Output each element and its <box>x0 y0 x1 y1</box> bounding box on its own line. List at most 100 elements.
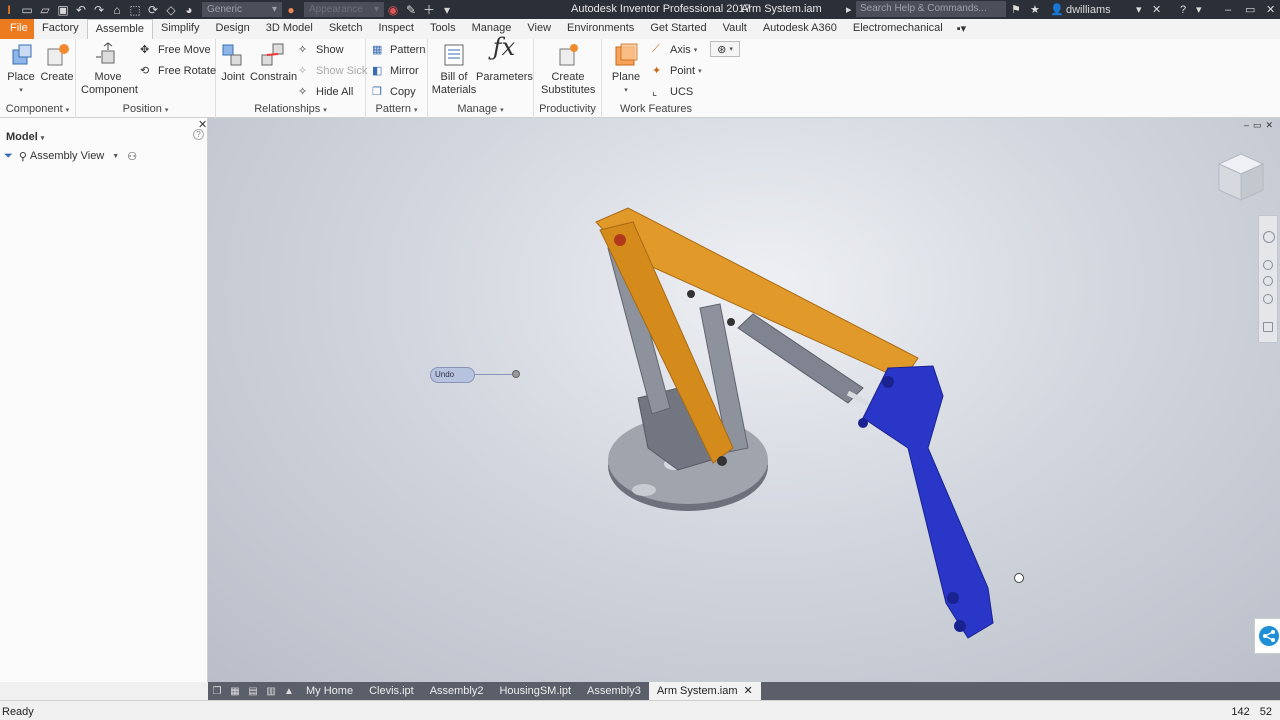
tab-tools[interactable]: Tools <box>422 19 464 39</box>
user-icon[interactable]: 👤 <box>1050 0 1064 19</box>
sign-in-icon[interactable]: ⚑ <box>1011 0 1021 19</box>
close-icon[interactable]: ✕ <box>1266 0 1275 19</box>
app-menu-icon[interactable]: I <box>0 0 18 19</box>
show-button[interactable]: ✧ Show <box>298 41 344 59</box>
constrain-button[interactable]: Constrain <box>250 41 297 84</box>
free-rotate-button[interactable]: ⟲ Free Rotate <box>140 62 216 80</box>
move-component-button[interactable]: Move Component <box>78 41 138 97</box>
hide-all-button[interactable]: ✧ Hide All <box>298 83 353 101</box>
appearance-dropdown[interactable]: Appearance ▾ <box>304 2 384 17</box>
pattern-button[interactable]: ▦ Pattern <box>372 41 425 59</box>
tab-file[interactable]: File <box>0 19 34 39</box>
find-icon[interactable]: ⚇ <box>127 150 137 163</box>
maximize-icon[interactable]: ▭ <box>1245 0 1255 19</box>
tab-environments[interactable]: Environments <box>559 19 642 39</box>
tab-assemble[interactable]: Assemble <box>86 19 153 39</box>
create-button[interactable]: Create <box>40 41 74 84</box>
pan-icon[interactable] <box>1263 260 1273 270</box>
new-icon[interactable]: ▭ <box>18 0 36 19</box>
axis-button[interactable]: ⟋ Axis ▾ <box>652 41 697 59</box>
appearance-icon[interactable]: ● <box>282 0 300 19</box>
zoom-icon[interactable] <box>1263 276 1273 286</box>
origin-icon[interactable]: ＋ <box>420 0 438 19</box>
doc-tab-arm-system[interactable]: Arm System.iam ✕ <box>648 682 761 700</box>
ribbon-toggle-icon[interactable]: ▪▾ <box>951 19 974 39</box>
browser-title[interactable]: Model ▾ <box>6 131 44 143</box>
doc-tab-clevis[interactable]: Clevis.ipt <box>361 682 422 700</box>
share-button[interactable] <box>1254 618 1280 654</box>
ucs-button[interactable]: ⌞ UCS <box>652 83 693 101</box>
measure-icon[interactable]: ◇ <box>162 0 180 19</box>
cascade-icon[interactable]: ❐ <box>208 682 226 700</box>
tab-3d-model[interactable]: 3D Model <box>258 19 321 39</box>
user-menu-chevron-icon[interactable]: ▾ <box>1136 0 1142 19</box>
color-icon[interactable]: ◕ <box>180 0 198 19</box>
free-move-button[interactable]: ✥ Free Move <box>140 41 211 59</box>
document-list-icon[interactable]: ▲ <box>280 682 298 700</box>
create-substitutes-button[interactable]: Create Substitutes <box>538 41 598 97</box>
tab-simplify[interactable]: Simplify <box>153 19 208 39</box>
save-icon[interactable]: ▣ <box>54 0 72 19</box>
relationships-panel-title[interactable]: Relationships ▾ <box>216 102 365 116</box>
help-chevron-icon[interactable]: ▾ <box>1196 0 1202 19</box>
tab-a360[interactable]: Autodesk A360 <box>755 19 845 39</box>
clear-appearance-icon[interactable]: ◉ <box>384 0 402 19</box>
qa-customize-icon[interactable]: ▾ <box>438 0 456 19</box>
tab-inspect[interactable]: Inspect <box>370 19 421 39</box>
marking-menu-handle[interactable] <box>512 370 520 378</box>
place-button[interactable]: Place ▾ <box>4 41 38 97</box>
search-expand-icon[interactable]: ▸ <box>846 0 852 19</box>
browser-help-icon[interactable]: ? <box>193 129 204 140</box>
tile-vertical-icon[interactable]: ▥ <box>262 682 280 700</box>
arm-system-model[interactable] <box>208 118 1280 682</box>
material-dropdown[interactable]: Generic ▾ <box>202 2 282 17</box>
select-icon[interactable]: ⬚ <box>126 0 144 19</box>
viewcube[interactable] <box>1216 152 1266 207</box>
home-icon[interactable]: ⌂ <box>108 0 126 19</box>
blue-arm[interactable] <box>862 365 994 639</box>
tab-vault[interactable]: Vault <box>715 19 755 39</box>
adjust-icon[interactable]: ✎ <box>402 0 420 19</box>
help-icon[interactable]: ? <box>1180 0 1186 19</box>
doc-tab-my-home[interactable]: My Home <box>298 682 361 700</box>
exchange-icon[interactable]: ✕ <box>1152 0 1161 19</box>
doc-tab-assembly3[interactable]: Assembly3 <box>579 682 649 700</box>
orbit-icon[interactable] <box>1263 294 1273 304</box>
redo-icon[interactable]: ↷ <box>90 0 108 19</box>
open-icon[interactable]: ▱ <box>36 0 54 19</box>
copy-button[interactable]: ❐ Copy <box>372 83 416 101</box>
browser-view-selector[interactable]: ⏷ ⚲ Assembly View ▼ ⚇ <box>4 149 137 163</box>
undo-marking-menu[interactable]: Undo <box>430 367 475 383</box>
tab-get-started[interactable]: Get Started <box>642 19 714 39</box>
plane-button[interactable]: Plane ▾ <box>608 41 644 97</box>
tab-view[interactable]: View <box>519 19 559 39</box>
minimize-icon[interactable]: – <box>1225 0 1231 19</box>
point-button[interactable]: ✦ Point ▾ <box>652 62 702 80</box>
undo-icon[interactable]: ↶ <box>72 0 90 19</box>
tile-horizontal-icon[interactable]: ▤ <box>244 682 262 700</box>
tab-electromechanical[interactable]: Electromechanical <box>845 19 951 39</box>
joint-button[interactable]: Joint <box>218 41 248 84</box>
pattern-panel-title[interactable]: Pattern ▾ <box>366 102 427 116</box>
manage-panel-title[interactable]: Manage ▾ <box>428 102 533 116</box>
update-icon[interactable]: ⟳ <box>144 0 162 19</box>
doc-tab-housingsm[interactable]: HousingSM.ipt <box>491 682 579 700</box>
tab-factory[interactable]: Factory <box>34 19 87 39</box>
show-sick-button[interactable]: ✧ Show Sick <box>298 62 367 80</box>
position-panel-title[interactable]: Position ▾ <box>76 102 215 116</box>
doc-tab-close-icon[interactable]: ✕ <box>744 685 753 697</box>
tab-design[interactable]: Design <box>208 19 258 39</box>
help-search-input[interactable]: Search Help & Commands... <box>856 1 1006 17</box>
bill-of-materials-button[interactable]: Bill of Materials <box>430 41 478 97</box>
ribbon-extra-dropdown[interactable]: ⊛ ▾ <box>710 41 740 57</box>
steering-wheel-icon[interactable] <box>1263 231 1275 243</box>
doc-tab-assembly2[interactable]: Assembly2 <box>422 682 492 700</box>
graphics-window[interactable]: – ▭ ✕ Undo <box>208 118 1280 682</box>
parameters-button[interactable]: ƒx Parameters <box>476 35 533 84</box>
filter-icon[interactable]: ⏷ <box>4 150 13 163</box>
mirror-button[interactable]: ◧ Mirror <box>372 62 419 80</box>
user-name[interactable]: dwilliams <box>1066 0 1111 19</box>
component-panel-title[interactable]: Component ▾ <box>0 102 75 116</box>
look-at-icon[interactable] <box>1263 322 1273 332</box>
tile-icon[interactable]: ▦ <box>226 682 244 700</box>
